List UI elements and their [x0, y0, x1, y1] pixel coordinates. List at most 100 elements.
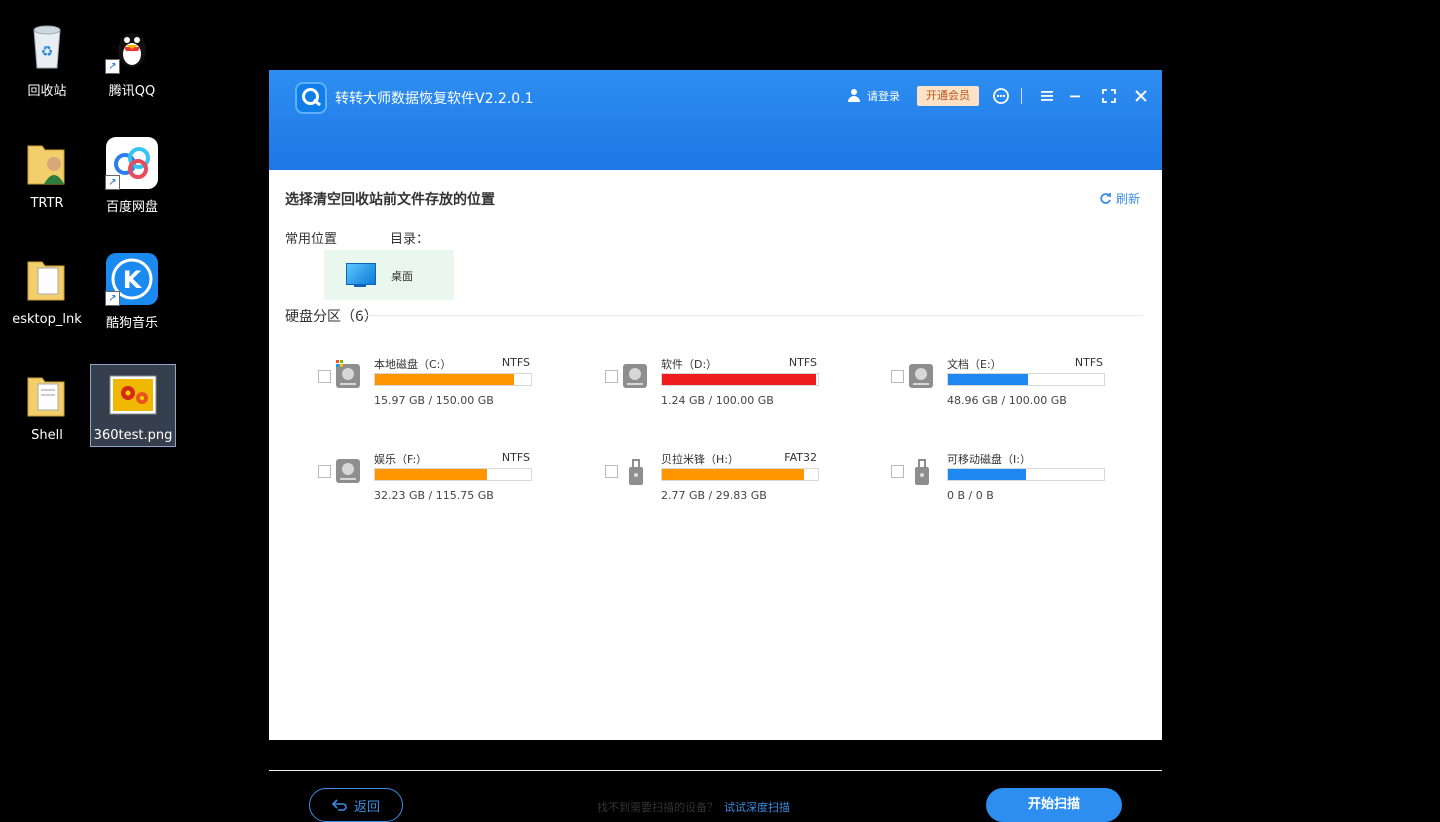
- drive-card[interactable]: 娱乐（F:） NTFS 32.23 GB / 115.75 GB: [318, 441, 578, 502]
- drive-card[interactable]: 贝拉米锋（H:） FAT32 2.77 GB / 29.83 GB: [605, 441, 865, 502]
- drive-card[interactable]: 本地磁盘（C:） NTFS 15.97 GB / 150.00 GB: [318, 346, 578, 407]
- desktop-icon-trtr[interactable]: TRTR: [5, 136, 89, 211]
- svg-text:K: K: [123, 266, 143, 294]
- desktop-icon-qq[interactable]: ↗ 腾讯QQ: [90, 20, 174, 99]
- desktop-icon-label: 腾讯QQ: [108, 84, 156, 99]
- folder-icon: [20, 252, 74, 306]
- drive-name: 文档（E:）: [947, 358, 1002, 371]
- drive-card[interactable]: 可移动磁盘（I:） 0 B / 0 B: [891, 441, 1151, 502]
- maximize-icon[interactable]: [1099, 86, 1119, 106]
- vip-button[interactable]: 开通会员: [917, 86, 979, 106]
- drive-size: 2.77 GB / 29.83 GB: [661, 489, 767, 502]
- back-label: 返回: [353, 799, 380, 815]
- support-icon[interactable]: [991, 86, 1011, 106]
- usb-drive-icon: [909, 455, 935, 485]
- drive-usage-fill: [948, 374, 1028, 385]
- refresh-icon: [1100, 193, 1111, 204]
- drive-size: 32.23 GB / 115.75 GB: [374, 489, 494, 502]
- desktop-icon-shell[interactable]: Shell: [5, 368, 89, 443]
- drive-usage-fill: [375, 469, 488, 480]
- desktop-icon-recycle-bin[interactable]: ♻ 回收站: [5, 20, 89, 99]
- drive-usage-bar: [374, 373, 532, 386]
- drive-card[interactable]: 软件（D:） NTFS 1.24 GB / 100.00 GB: [605, 346, 865, 407]
- desktop-icon-label: 酷狗音乐: [105, 316, 158, 331]
- drive-usage-fill: [948, 469, 1026, 480]
- title-bar: 转转大师数据恢复软件V2.2.0.1 请登录 开通会员: [269, 70, 1162, 170]
- desktop-icon-baidu-netdisk[interactable]: ↗ 百度网盘: [90, 136, 174, 215]
- drive-filesystem: NTFS: [1074, 356, 1103, 369]
- shortcut-arrow-icon: ↗: [105, 291, 120, 306]
- app-logo-icon: [295, 82, 327, 114]
- drive-size: 0 B / 0 B: [947, 489, 994, 502]
- menu-icon[interactable]: [1037, 86, 1057, 106]
- image-file-icon: [106, 368, 160, 422]
- drive-checkbox[interactable]: [318, 465, 331, 478]
- desktop-icon-label: 回收站: [27, 84, 67, 99]
- partition-label: 硬盘分区（6）: [285, 309, 378, 325]
- drive-size: 1.24 GB / 100.00 GB: [661, 394, 774, 407]
- desktop-icon-label: TRTR: [30, 196, 64, 211]
- app-window: 转转大师数据恢复软件V2.2.0.1 请登录 开通会员 选择清空回收站前文件存放…: [269, 70, 1162, 822]
- folder-icon: [20, 368, 74, 422]
- deep-scan-link[interactable]: 试试深度扫描: [724, 801, 790, 814]
- drive-usage-fill: [375, 374, 514, 385]
- close-icon[interactable]: [1131, 86, 1151, 106]
- monitor-stand: [354, 285, 366, 287]
- shortcut-arrow-icon: ↗: [105, 175, 120, 190]
- drive-checkbox[interactable]: [891, 465, 904, 478]
- section-title: 选择清空回收站前文件存放的位置: [285, 192, 495, 208]
- drive-filesystem: FAT32: [784, 451, 817, 464]
- desktop-icon-desktop-lnk[interactable]: esktop_lnk: [5, 252, 89, 327]
- penguin-icon: ↗: [105, 20, 159, 74]
- desktop-icon-360test[interactable]: 360test.png: [90, 364, 176, 447]
- refresh-button[interactable]: 刷新: [1099, 190, 1140, 207]
- refresh-label: 刷新: [1116, 192, 1141, 206]
- hdd-icon: [623, 360, 649, 390]
- hdd-icon: [336, 455, 362, 485]
- minimize-icon[interactable]: [1065, 86, 1085, 106]
- app-title: 转转大师数据恢复软件V2.2.0.1: [335, 91, 534, 107]
- hint-text: 找不到需要扫描的设备？: [597, 801, 718, 814]
- drive-filesystem: NTFS: [788, 356, 817, 369]
- desktop-icon-label: esktop_lnk: [12, 312, 82, 327]
- directory-label: 目录：: [390, 232, 430, 247]
- desktop-icon-kugou[interactable]: K ↗ 酷狗音乐: [90, 252, 174, 331]
- desktop-tile-label: 桌面: [391, 270, 413, 283]
- drive-name: 娱乐（F:）: [374, 453, 428, 466]
- desktop-icon-label: 360test.png: [93, 428, 173, 443]
- drive-checkbox[interactable]: [891, 370, 904, 383]
- drive-usage-bar: [374, 468, 532, 481]
- drive-checkbox[interactable]: [318, 370, 331, 383]
- drive-name: 本地磁盘（C:）: [374, 358, 452, 371]
- desktop-location-tile[interactable]: 桌面: [324, 250, 454, 300]
- hdd-system-icon: [336, 360, 362, 390]
- header-divider: [1021, 88, 1022, 104]
- recycle-bin-icon: ♻: [20, 20, 74, 74]
- drive-usage-bar: [661, 468, 819, 481]
- shortcut-arrow-icon: ↗: [105, 59, 120, 74]
- folder-user-icon: [20, 136, 74, 190]
- partition-divider: [357, 315, 1143, 316]
- hdd-icon: [909, 360, 935, 390]
- back-button[interactable]: 返回: [309, 788, 403, 822]
- drive-name: 可移动磁盘（I:）: [947, 453, 1031, 466]
- drive-size: 48.96 GB / 100.00 GB: [947, 394, 1067, 407]
- back-arrow-icon: [331, 799, 347, 811]
- drive-usage-bar: [947, 468, 1105, 481]
- drive-filesystem: NTFS: [501, 451, 530, 464]
- footer-divider: [269, 770, 1162, 771]
- login-link[interactable]: 请登录: [847, 88, 900, 104]
- drive-name: 软件（D:）: [661, 358, 718, 371]
- start-scan-button[interactable]: 开始扫描: [986, 788, 1122, 822]
- drive-usage-bar: [661, 373, 819, 386]
- drive-checkbox[interactable]: [605, 465, 618, 478]
- kugou-music-icon: K ↗: [105, 252, 159, 306]
- desktop-icon-label: 百度网盘: [105, 200, 158, 215]
- drive-filesystem: NTFS: [501, 356, 530, 369]
- drive-usage-bar: [947, 373, 1105, 386]
- baidu-netdisk-icon: ↗: [105, 136, 159, 190]
- drive-name: 贝拉米锋（H:）: [661, 453, 739, 466]
- usb-drive-icon: [623, 455, 649, 485]
- drive-checkbox[interactable]: [605, 370, 618, 383]
- drive-card[interactable]: 文档（E:） NTFS 48.96 GB / 100.00 GB: [891, 346, 1151, 407]
